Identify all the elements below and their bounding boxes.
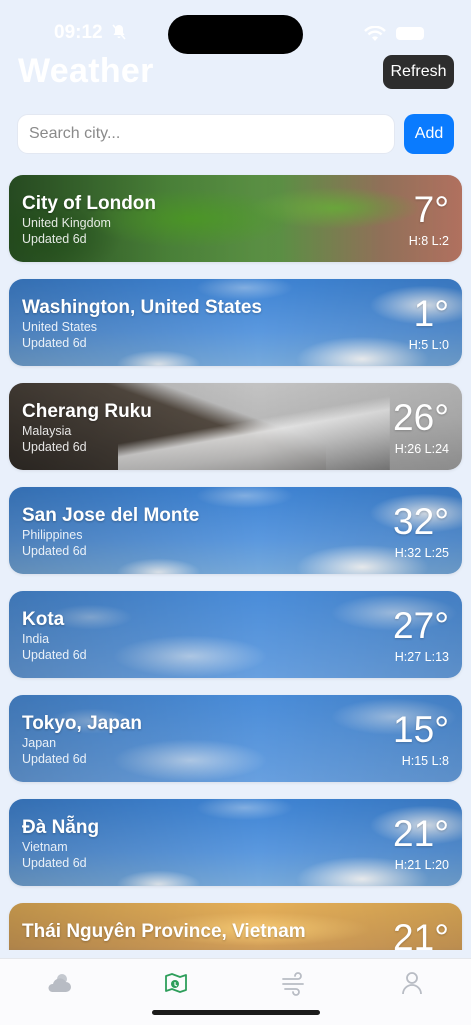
temperature: 7° (413, 189, 449, 230)
wind-icon[interactable] (280, 969, 308, 997)
city-name: City of London (22, 193, 157, 214)
updated-label: Updated 6d (22, 648, 87, 662)
city-country: Japan (22, 736, 57, 750)
temperature: 1° (413, 293, 449, 334)
temperature: 21° (393, 917, 449, 950)
city-country: Vietnam (22, 840, 68, 854)
updated-label: Updated 6d (22, 440, 87, 454)
city-name: San Jose del Monte (22, 505, 200, 526)
city-country: United Kingdom (22, 216, 111, 230)
updated-label: Updated 6d (22, 752, 87, 766)
city-country: United States (22, 320, 98, 334)
temperature: 15° (393, 709, 449, 750)
temperature: 21° (393, 813, 449, 854)
city-card[interactable]: Đà Nẵng Vietnam Updated 6d 21° H:21 L:20 (9, 799, 462, 886)
city-country: Philippines (22, 528, 83, 542)
cloud-sun-icon[interactable] (45, 969, 73, 997)
high-low: H:32 L:25 (394, 546, 449, 560)
city-country: India (22, 632, 50, 646)
temperature: 27° (393, 605, 449, 646)
city-name: Đà Nẵng (22, 817, 100, 838)
city-card[interactable]: Tokyo, Japan Japan Updated 6d 15° H:15 L… (9, 695, 462, 782)
high-low: H:8 L:2 (408, 234, 449, 248)
home-indicator (152, 1010, 320, 1015)
temperature: 32° (393, 501, 449, 542)
city-card[interactable]: San Jose del Monte Philippines Updated 6… (9, 487, 462, 574)
updated-label: Updated 6d (22, 544, 87, 558)
person-icon[interactable] (398, 969, 426, 997)
city-card[interactable]: City of London United Kingdom Updated 6d… (9, 175, 462, 262)
city-card[interactable]: Cherang Ruku Malaysia Updated 6d 26° H:2… (9, 383, 462, 470)
city-name: Cherang Ruku (22, 401, 152, 422)
high-low: H:27 L:13 (394, 650, 449, 664)
high-low: H:15 L:8 (401, 754, 449, 768)
city-card[interactable]: Washington, United States United States … (9, 279, 462, 366)
high-low: H:21 L:20 (394, 858, 449, 872)
map-icon[interactable] (162, 969, 190, 997)
city-name: Tokyo, Japan (22, 713, 143, 734)
city-card[interactable]: Thái Nguyên Province, Vietnam 21° (9, 903, 462, 950)
city-country: Malaysia (22, 424, 72, 438)
city-card[interactable]: Kota India Updated 6d 27° H:27 L:13 (9, 591, 462, 678)
updated-label: Updated 6d (22, 232, 87, 246)
city-list[interactable]: City of London United Kingdom Updated 6d… (0, 0, 471, 950)
city-name: Kota (22, 609, 65, 630)
updated-label: Updated 6d (22, 336, 87, 350)
temperature: 26° (393, 397, 449, 438)
updated-label: Updated 6d (22, 856, 87, 870)
city-name: Thái Nguyên Province, Vietnam (22, 921, 306, 942)
high-low: H:5 L:0 (408, 338, 449, 352)
high-low: H:26 L:24 (394, 442, 449, 456)
city-name: Washington, United States (22, 297, 262, 318)
